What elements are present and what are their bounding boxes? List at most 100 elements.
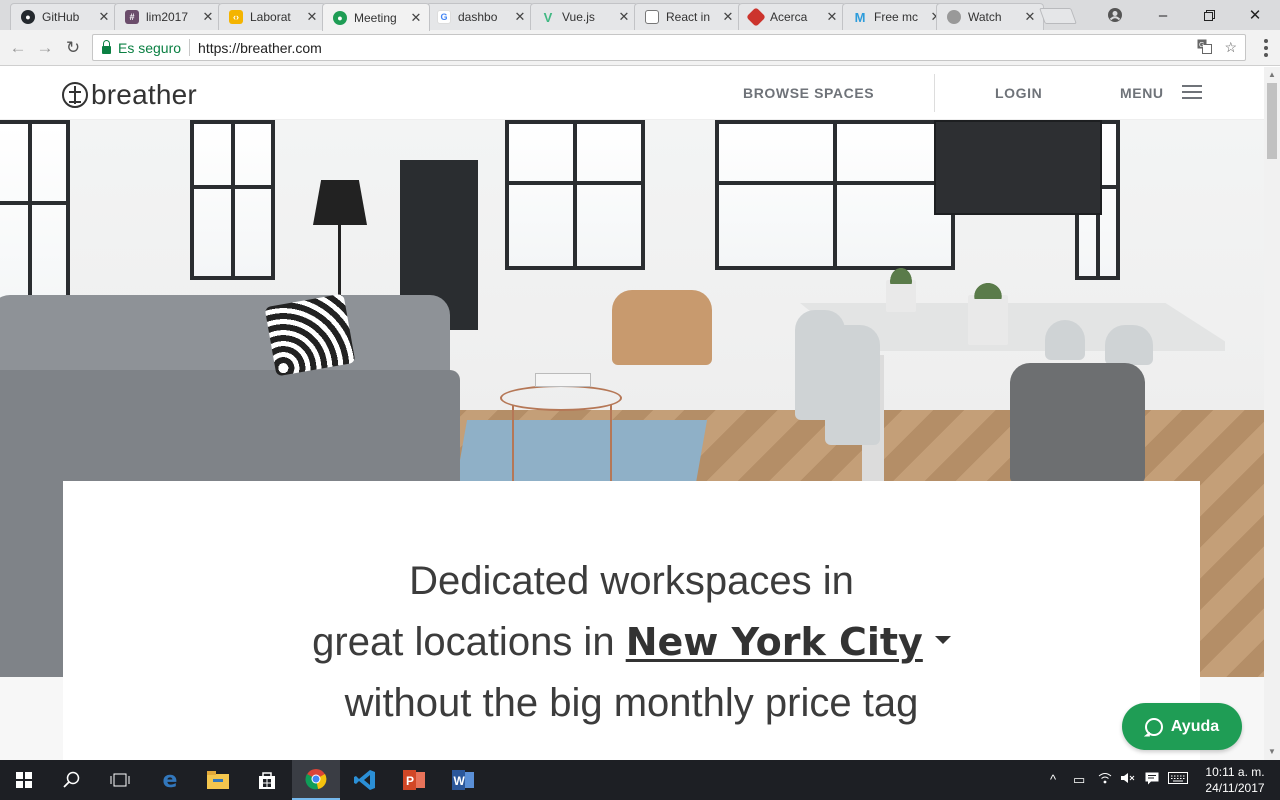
profile-icon[interactable] [1092, 0, 1138, 30]
close-tab-icon[interactable]: ✕ [305, 9, 319, 25]
close-tab-icon[interactable]: ✕ [617, 9, 631, 25]
apple-icon [947, 10, 961, 24]
volume-muted-icon[interactable] [1120, 772, 1136, 787]
tab-lim2017[interactable]: # lim2017 ✕ [114, 3, 222, 30]
vscode-icon[interactable] [341, 760, 389, 800]
close-tab-icon[interactable]: ✕ [721, 9, 735, 25]
scroll-up-icon[interactable]: ▲ [1264, 67, 1280, 83]
tab-title: dashbo [458, 10, 498, 24]
logo-text: breather [91, 79, 197, 110]
google-icon: G [437, 10, 451, 24]
address-bar[interactable]: Es seguro https://breather.com G ☆ [92, 34, 1246, 61]
site-header: breather BROWSE SPACES LOGIN MENU [0, 67, 1264, 120]
close-window-button[interactable]: ✕ [1232, 0, 1278, 30]
powerpoint-icon[interactable]: P [390, 760, 438, 800]
close-tab-icon[interactable]: ✕ [513, 9, 527, 25]
scroll-down-icon[interactable]: ▼ [1264, 744, 1280, 760]
tab-meeting[interactable]: ● Meeting ✕ [322, 3, 430, 31]
tab-acerca[interactable]: Acerca ✕ [738, 3, 846, 30]
close-tab-icon[interactable]: ✕ [201, 9, 215, 25]
clock-time: 10:11 a. m. [1205, 765, 1265, 779]
tv-decor [934, 120, 1102, 215]
back-button[interactable]: ← [8, 38, 28, 58]
show-hidden-icons-chevron-icon[interactable]: ^ [1050, 772, 1056, 787]
close-tab-icon[interactable]: ✕ [825, 9, 839, 25]
word-icon[interactable]: W [439, 760, 487, 800]
tab-react[interactable]: React in ✕ [634, 3, 742, 30]
tab-watch[interactable]: Watch ✕ [936, 3, 1044, 30]
action-center-icon[interactable] [1145, 772, 1159, 788]
hamburger-icon[interactable] [1182, 85, 1202, 99]
tab-title: Laborat [250, 10, 291, 24]
tab-title: Meeting [354, 10, 397, 25]
reload-button[interactable]: ↻ [63, 38, 83, 58]
window-decor [190, 120, 275, 280]
task-view-icon[interactable] [96, 760, 144, 800]
breather-icon: ● [333, 10, 347, 25]
close-tab-icon[interactable]: ✕ [1023, 9, 1037, 25]
tab-title: Free mc [874, 10, 919, 24]
svg-text:G: G [1199, 42, 1204, 49]
nav-divider [934, 74, 935, 112]
tab-laborat[interactable]: ‹› Laborat ✕ [218, 3, 326, 30]
tab-free[interactable]: M Free mc ✕ [842, 3, 950, 30]
bookmark-star-icon[interactable]: ☆ [1224, 39, 1237, 57]
close-tab-icon[interactable]: ✕ [409, 10, 423, 26]
menu-link[interactable]: MENU [1120, 85, 1164, 101]
login-link[interactable]: LOGIN [995, 85, 1042, 101]
forward-button[interactable]: → [35, 38, 55, 58]
keyboard-icon[interactable] [1168, 772, 1188, 787]
clock-date: 24/11/2017 [1205, 781, 1265, 795]
tab-vuejs[interactable]: V Vue.js ✕ [530, 3, 638, 30]
scroll-thumb[interactable] [1267, 83, 1277, 159]
coffee-table-legs-decor [512, 405, 612, 485]
breather-logo[interactable]: breather [62, 79, 197, 111]
maximize-button[interactable] [1186, 0, 1232, 30]
chrome-menu-icon[interactable] [1264, 39, 1268, 57]
translate-icon[interactable]: G [1197, 39, 1213, 57]
city-selector[interactable]: New York City [626, 620, 923, 664]
tab-github[interactable]: ● GitHub ✕ [10, 3, 118, 30]
plant-decor [882, 258, 920, 312]
edge-icon[interactable]: e [146, 760, 194, 800]
breather-logo-icon [62, 82, 88, 108]
browse-spaces-link[interactable]: BROWSE SPACES [743, 85, 874, 101]
window-decor [0, 120, 70, 320]
pillow-decor [264, 293, 356, 377]
tab-title: React in [666, 10, 711, 24]
start-icon[interactable] [0, 760, 48, 800]
browser-tab-strip: ● GitHub ✕ # lim2017 ✕ ‹› Laborat ✕ ● Me… [0, 0, 1280, 31]
headline-line-2: great locations in New York City [63, 622, 1200, 662]
tab-title: GitHub [42, 10, 80, 24]
tab-title: Watch [968, 10, 1002, 24]
file-explorer-icon[interactable] [194, 760, 242, 800]
vue-icon: V [543, 9, 553, 25]
tab-title: lim2017 [146, 10, 189, 24]
close-tab-icon[interactable]: ✕ [97, 9, 111, 25]
store-icon[interactable] [243, 760, 291, 800]
chair-decor [612, 290, 712, 365]
divider [189, 39, 191, 56]
battery-plug-icon[interactable]: ▭ [1073, 772, 1085, 788]
code-doc-icon: ‹› [229, 10, 243, 24]
caret-down-icon[interactable] [934, 636, 951, 645]
window-decor [715, 120, 955, 270]
tab-dashboard[interactable]: G dashbo ✕ [426, 3, 534, 30]
wifi-icon[interactable] [1098, 772, 1112, 787]
lock-icon [102, 39, 111, 54]
headline-line-1: Dedicated workspaces in [409, 559, 854, 603]
chair-decor [825, 325, 880, 445]
url-text[interactable]: https://breather.com [198, 40, 322, 56]
search-icon[interactable] [48, 760, 96, 800]
web-page: breather BROWSE SPACES LOGIN MENU Dedica… [0, 67, 1264, 760]
chrome-icon[interactable] [292, 760, 340, 800]
new-tab-button[interactable] [1039, 8, 1077, 24]
minimize-button[interactable]: – [1140, 0, 1186, 30]
help-button[interactable]: Ayuda [1122, 703, 1242, 750]
system-clock[interactable]: 10:11 a. m. 24/11/2017 [1194, 764, 1276, 796]
page-scrollbar[interactable]: ▲ ▼ [1264, 67, 1280, 760]
tab-title: Vue.js [562, 10, 595, 24]
headline-prefix: great locations in [312, 620, 615, 664]
lamp-decor [313, 180, 367, 225]
slack-hash-icon: # [125, 10, 139, 24]
